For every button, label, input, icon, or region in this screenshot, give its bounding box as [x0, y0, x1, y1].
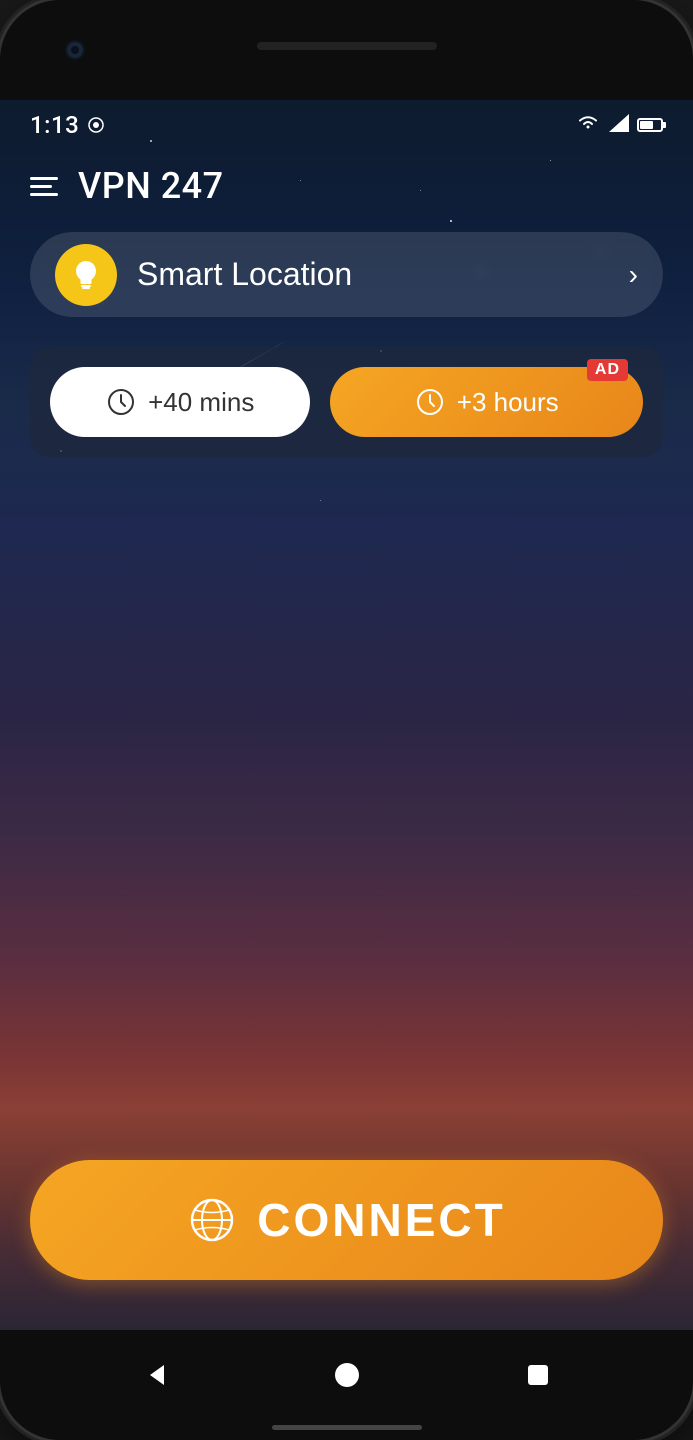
- hamburger-line-1: [30, 177, 58, 180]
- timer-section: +40 mins AD +3 hours: [30, 347, 663, 457]
- app-title: VPN 247: [78, 165, 224, 207]
- status-left: 1:13: [30, 111, 105, 139]
- nav-back-button[interactable]: [136, 1355, 176, 1395]
- chevron-right-icon: ›: [629, 259, 638, 291]
- hamburger-line-3: [30, 193, 58, 196]
- smart-location-icon-circle: [55, 244, 117, 306]
- timer-3hours-label: +3 hours: [457, 387, 559, 418]
- content-spacer: [30, 477, 663, 1160]
- notification-icon: [87, 116, 105, 134]
- wifi-icon: [575, 113, 601, 137]
- hamburger-line-2: [30, 185, 52, 188]
- bottom-nav: [0, 1330, 693, 1420]
- speaker-grille: [257, 42, 437, 50]
- timer-40mins-label: +40 mins: [148, 387, 254, 418]
- status-bar: 1:13: [0, 100, 693, 150]
- phone-frame: 1:13: [0, 0, 693, 1440]
- signal-icon: [609, 114, 629, 136]
- top-bezel: [0, 0, 693, 100]
- status-time: 1:13: [30, 111, 79, 139]
- bottom-pill: [0, 1420, 693, 1440]
- nav-home-button[interactable]: [327, 1355, 367, 1395]
- connect-button[interactable]: CONNECT: [30, 1160, 663, 1280]
- nav-recents-button[interactable]: [518, 1355, 558, 1395]
- bottom-pill-bar: [272, 1425, 422, 1430]
- app-main-content: VPN 247 Smart Location ›: [0, 150, 693, 1330]
- timer-3hours-button[interactable]: AD +3 hours: [330, 367, 643, 437]
- front-camera: [65, 40, 85, 60]
- ad-badge: AD: [587, 359, 628, 381]
- smart-location-label: Smart Location: [137, 256, 629, 293]
- timer-40mins-button[interactable]: +40 mins: [50, 367, 310, 437]
- menu-button[interactable]: [30, 177, 58, 196]
- phone-screen: 1:13: [0, 0, 693, 1440]
- connect-label: CONNECT: [257, 1193, 505, 1247]
- connect-button-wrapper: CONNECT: [30, 1160, 663, 1330]
- app-header: VPN 247: [30, 150, 663, 232]
- content-area: 1:13: [0, 100, 693, 1330]
- battery-icon: [637, 118, 663, 132]
- smart-location-button[interactable]: Smart Location ›: [30, 232, 663, 317]
- globe-icon: [187, 1195, 237, 1245]
- status-right: [575, 113, 663, 137]
